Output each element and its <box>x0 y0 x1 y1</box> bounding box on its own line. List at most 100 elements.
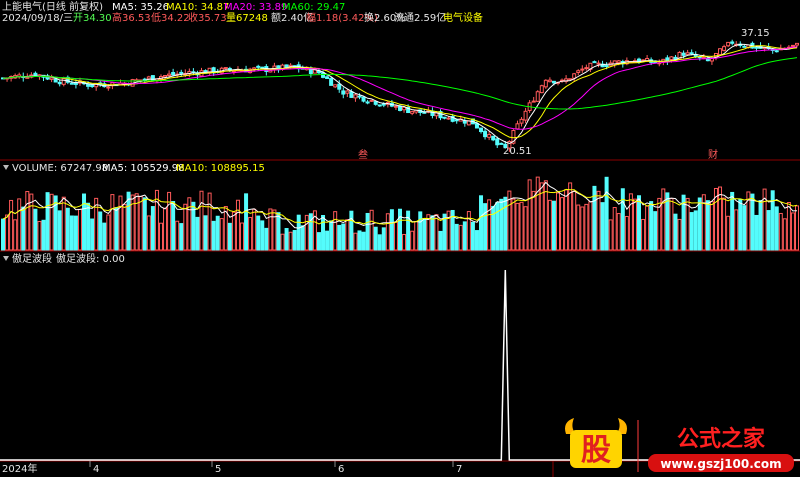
candle-body <box>353 94 358 99</box>
volume-bar <box>65 207 70 251</box>
volume-bar <box>45 192 50 251</box>
volume-bar <box>519 201 524 251</box>
volume-bar <box>1 218 5 251</box>
volume-bar <box>572 190 577 251</box>
volume-bar <box>527 179 532 251</box>
volume-bar <box>560 197 565 251</box>
volume-bar <box>345 219 350 251</box>
volume-bar <box>649 201 654 251</box>
candle-body <box>90 84 95 88</box>
watermark-brand: 公式之家 <box>677 426 766 452</box>
volume-bar <box>21 206 26 251</box>
candle-body <box>341 90 346 95</box>
volume-bar <box>580 206 585 251</box>
volume-bar <box>588 201 593 251</box>
volume-bar <box>726 215 731 251</box>
volume-bar <box>110 194 115 251</box>
stock-chart <box>0 39 800 477</box>
candle-body <box>535 91 540 102</box>
volume-bar <box>260 220 265 251</box>
volume-bar <box>304 214 309 251</box>
volume-bar <box>503 196 508 251</box>
candle-body <box>393 105 398 108</box>
candle-body <box>790 44 795 47</box>
candle-body <box>462 120 467 124</box>
volume-bar <box>689 212 694 251</box>
volume-bar <box>697 197 702 251</box>
candle-body <box>349 91 354 98</box>
volume-bar <box>738 198 743 251</box>
volume-bar <box>515 202 520 251</box>
candle-body <box>596 62 601 65</box>
candle-body <box>547 79 552 83</box>
volume-bar <box>430 215 435 251</box>
candle-body <box>357 95 362 98</box>
volume-bar <box>547 199 552 251</box>
candle-body <box>576 70 581 73</box>
volume-bar <box>523 206 528 251</box>
volume-bar <box>462 221 467 251</box>
volume-bar <box>661 188 666 251</box>
volume-bar <box>487 199 492 251</box>
volume-bar <box>203 215 208 251</box>
volume-bar <box>49 193 54 251</box>
volume-bar <box>491 205 496 251</box>
volume-bar <box>402 233 407 251</box>
volume-bar <box>422 217 427 251</box>
candle-body <box>604 65 609 68</box>
volume-bar <box>353 232 358 251</box>
volume-bar <box>69 215 74 251</box>
candle-body <box>584 67 589 70</box>
candle-body <box>53 78 58 83</box>
volume-bar <box>754 214 759 251</box>
volume-bar <box>479 195 484 251</box>
volume-bar <box>268 208 273 251</box>
volume-bar <box>248 216 253 251</box>
volume-bar <box>495 202 500 251</box>
volume-bar <box>284 228 289 251</box>
candle-body <box>774 50 779 53</box>
volume-bars <box>1 176 799 251</box>
watermark-url: www.gszj100.com <box>660 457 781 471</box>
volume-bar <box>414 221 419 251</box>
volume-bar <box>333 211 338 251</box>
volume-bar <box>673 213 678 251</box>
volume-bar <box>37 220 42 251</box>
gszj-watermark-logo: 股 公式之家 www.gszj100.com <box>556 414 800 477</box>
candle-body <box>795 42 799 46</box>
volume-bar <box>13 219 18 251</box>
volume-bar <box>770 190 775 251</box>
candle-body <box>69 82 74 85</box>
volume-bar <box>57 210 62 251</box>
volume-bar <box>296 214 301 251</box>
volume-bar <box>179 223 184 251</box>
candle-body <box>519 118 524 124</box>
volume-bar <box>264 227 269 251</box>
candle-body <box>754 46 759 49</box>
candle-body <box>681 52 686 56</box>
volume-bar <box>632 198 637 251</box>
volume-bar <box>705 200 710 251</box>
volume-bar <box>142 197 147 251</box>
candle-body <box>474 123 479 129</box>
volume-bar <box>474 230 479 251</box>
volume-bar <box>653 211 658 251</box>
volume-bar <box>357 230 362 251</box>
candle-body <box>329 78 334 86</box>
volume-bar <box>41 219 46 251</box>
volume-bar <box>645 205 650 251</box>
candle-body <box>167 73 172 77</box>
candle-body <box>689 52 694 55</box>
collapse-arrow-icon <box>3 165 9 170</box>
volume-bar <box>321 215 326 251</box>
volume-bar <box>373 226 378 251</box>
candle-body <box>543 79 548 88</box>
volume-bar <box>73 215 78 251</box>
volume-bar <box>669 198 674 251</box>
candle-body <box>503 143 508 148</box>
axis-ticks <box>89 461 454 467</box>
candle-body <box>523 110 528 121</box>
candle-body <box>369 99 374 102</box>
volume-bar <box>114 207 119 251</box>
candle-body <box>446 117 451 120</box>
